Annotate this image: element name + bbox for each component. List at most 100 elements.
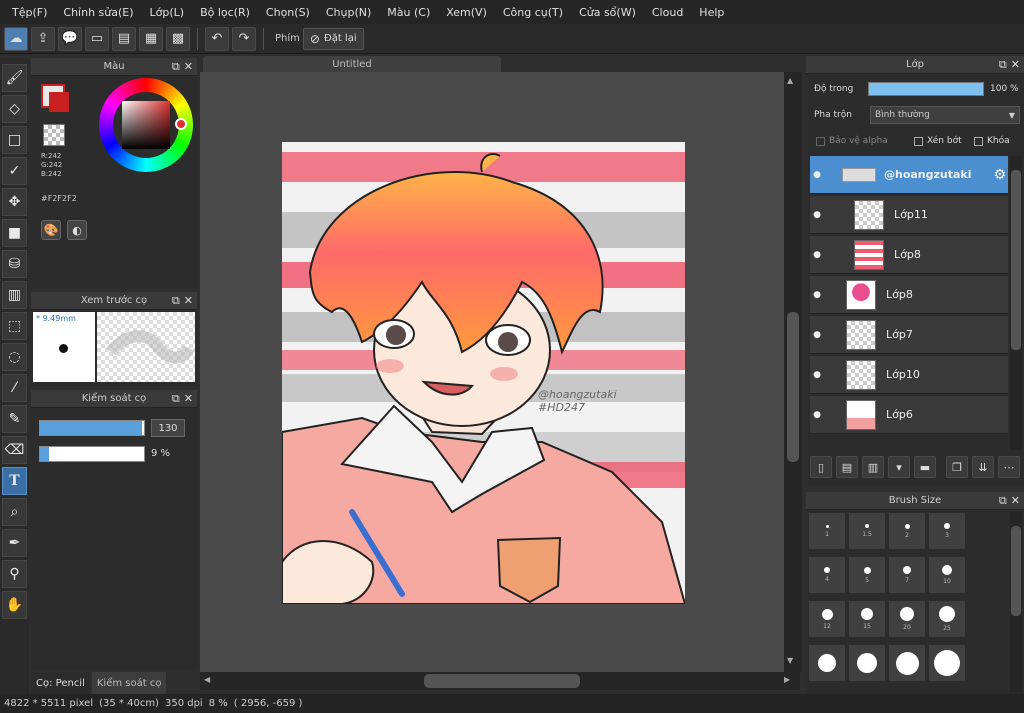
layer-row[interactable]: ● Lớp8 [810,276,1008,314]
gear-icon[interactable]: ⚙ [993,167,1006,183]
tab-brush-control[interactable]: Kiểm soát cọ [91,672,167,694]
layer-row[interactable]: ● Lớp6 [810,396,1008,434]
pen-tool[interactable]: ✒ [2,529,27,557]
brush-size-preset[interactable]: 25 [928,600,966,638]
more-button[interactable]: ⋯ [998,456,1020,478]
select-eraser-tool[interactable]: ⌫ [2,436,27,464]
brush-opacity-slider[interactable] [39,446,145,462]
rect-tool[interactable]: □ [2,126,27,154]
bucket-tool[interactable]: ⛁ [2,250,27,278]
saturation-value-square[interactable] [122,101,170,149]
brush-size-preset[interactable]: 1.5 [848,512,886,550]
scroll-up-icon[interactable]: ▲ [787,76,793,85]
brush-size-preset[interactable]: 7 [888,556,926,594]
eye-icon[interactable]: ● [810,168,824,182]
fill-rect-tool[interactable]: ■ [2,219,27,247]
cloud-button[interactable]: ☁ [4,26,28,51]
hand-tool[interactable]: ✋ [2,591,27,619]
menu-color[interactable]: Màu (C) [379,6,438,19]
eye-icon[interactable]: ● [810,248,824,262]
layer-row[interactable]: ● Lớp10 [810,356,1008,394]
brush-size-preset[interactable] [848,644,886,682]
new-folder-button[interactable]: ▬ [914,456,936,478]
artwork-canvas[interactable]: @hoangzutaki #HD247 [282,142,685,604]
eye-icon[interactable]: ● [810,368,824,382]
popout-icon[interactable]: ⧉ [172,60,180,74]
background-color-swatch[interactable] [49,92,69,112]
close-icon[interactable]: ✕ [184,60,193,74]
brush-size-value[interactable]: 130 [151,419,185,437]
menu-layer[interactable]: Lớp(L) [142,6,193,19]
horizontal-scroll-thumb[interactable] [424,674,580,688]
grid-button[interactable]: ▩ [166,26,190,51]
hue-marker[interactable] [175,118,187,130]
layer-row[interactable]: ● @hoangzutaki ⚙ [810,156,1008,194]
text-tool[interactable]: T [2,467,27,495]
scroll-left-icon[interactable]: ◀ [204,675,210,684]
clip-checkbox[interactable]: Xén bớt [914,136,962,146]
brush-size-preset[interactable] [888,644,926,682]
color-wheel[interactable] [99,78,193,172]
gradient-tool[interactable]: ▥ [2,281,27,309]
eye-icon[interactable]: ● [810,208,824,222]
blend-mode-select[interactable]: Bình thường ▼ [870,106,1020,124]
export-button[interactable]: ⇪ [31,26,55,51]
popout-icon[interactable]: ⧉ [999,494,1007,508]
panel-layout-button[interactable]: ▦ [139,26,163,51]
canvas-horizontal-scrollbar[interactable]: ◀ ▶ [200,672,800,690]
reset-button[interactable]: ⊘ Đặt lại [302,27,364,50]
close-icon[interactable]: ✕ [1011,494,1020,508]
layer-menu-button[interactable]: ▾ [888,456,910,478]
color-set-button[interactable]: ◐ [67,220,87,240]
brush-size-scroll-thumb[interactable] [1011,526,1021,616]
popout-icon[interactable]: ⧉ [172,392,180,406]
new-1bit-layer-button[interactable]: ▥ [862,456,884,478]
menu-view[interactable]: Xem(V) [438,6,495,19]
close-icon[interactable]: ✕ [1011,58,1020,72]
menu-help[interactable]: Help [691,6,732,19]
eye-icon[interactable]: ● [810,408,824,422]
brush-size-preset[interactable] [928,644,966,682]
eyedropper-tool[interactable]: ⚲ [2,560,27,588]
operation-tool[interactable]: ⌕ [2,498,27,526]
layer-opacity-slider[interactable] [868,82,984,96]
popout-icon[interactable]: ⧉ [999,58,1007,72]
document-tab[interactable]: Untitled [203,56,501,72]
lasso-tool[interactable]: ◌ [2,343,27,371]
check-tool[interactable]: ✓ [2,157,27,185]
brush-size-preset[interactable]: 20 [888,600,926,638]
brush-size-preset[interactable]: 1 [808,512,846,550]
new-layer-button[interactable]: ▯ [810,456,832,478]
vertical-scroll-thumb[interactable] [787,312,799,462]
palette-button[interactable]: 🎨 [41,220,61,240]
duplicate-layer-button[interactable]: ❐ [946,456,968,478]
brush-size-preset[interactable] [808,644,846,682]
layer-row[interactable]: ● Lớp8 [810,236,1008,274]
menu-file[interactable]: Tệp(F) [4,6,55,19]
brush-size-scrollbar[interactable] [1010,512,1022,692]
document-button[interactable]: ▤ [112,26,136,51]
brush-size-preset[interactable]: 4 [808,556,846,594]
menu-edit[interactable]: Chỉnh sửa(E) [55,6,141,19]
popout-icon[interactable]: ⧉ [172,294,180,308]
tab-brush-pencil[interactable]: Cọ: Pencil [31,672,90,694]
brush-size-preset[interactable]: 2 [888,512,926,550]
brush-size-slider[interactable] [39,420,145,436]
select-tool[interactable]: ⬚ [2,312,27,340]
close-icon[interactable]: ✕ [184,392,193,406]
select-pen-tool[interactable]: ✎ [2,405,27,433]
menu-capture[interactable]: Chụp(N) [318,6,379,19]
brush-tool[interactable]: 🖌 [2,64,27,92]
layer-row[interactable]: ● Lớp11 [810,196,1008,234]
scroll-right-icon[interactable]: ▶ [784,675,790,684]
menu-tools[interactable]: Công cụ(T) [495,6,571,19]
menu-select[interactable]: Chọn(S) [258,6,318,19]
menu-window[interactable]: Cửa sổ(W) [571,6,644,19]
move-tool[interactable]: ✥ [2,188,27,216]
transparent-color-swatch[interactable] [43,124,65,146]
brush-size-preset[interactable]: 15 [848,600,886,638]
merge-layer-button[interactable]: ⇊ [972,456,994,478]
magic-wand-tool[interactable]: ⁄ [2,374,27,402]
menu-cloud[interactable]: Cloud [644,6,691,19]
eraser-tool[interactable]: ◇ [2,95,27,123]
